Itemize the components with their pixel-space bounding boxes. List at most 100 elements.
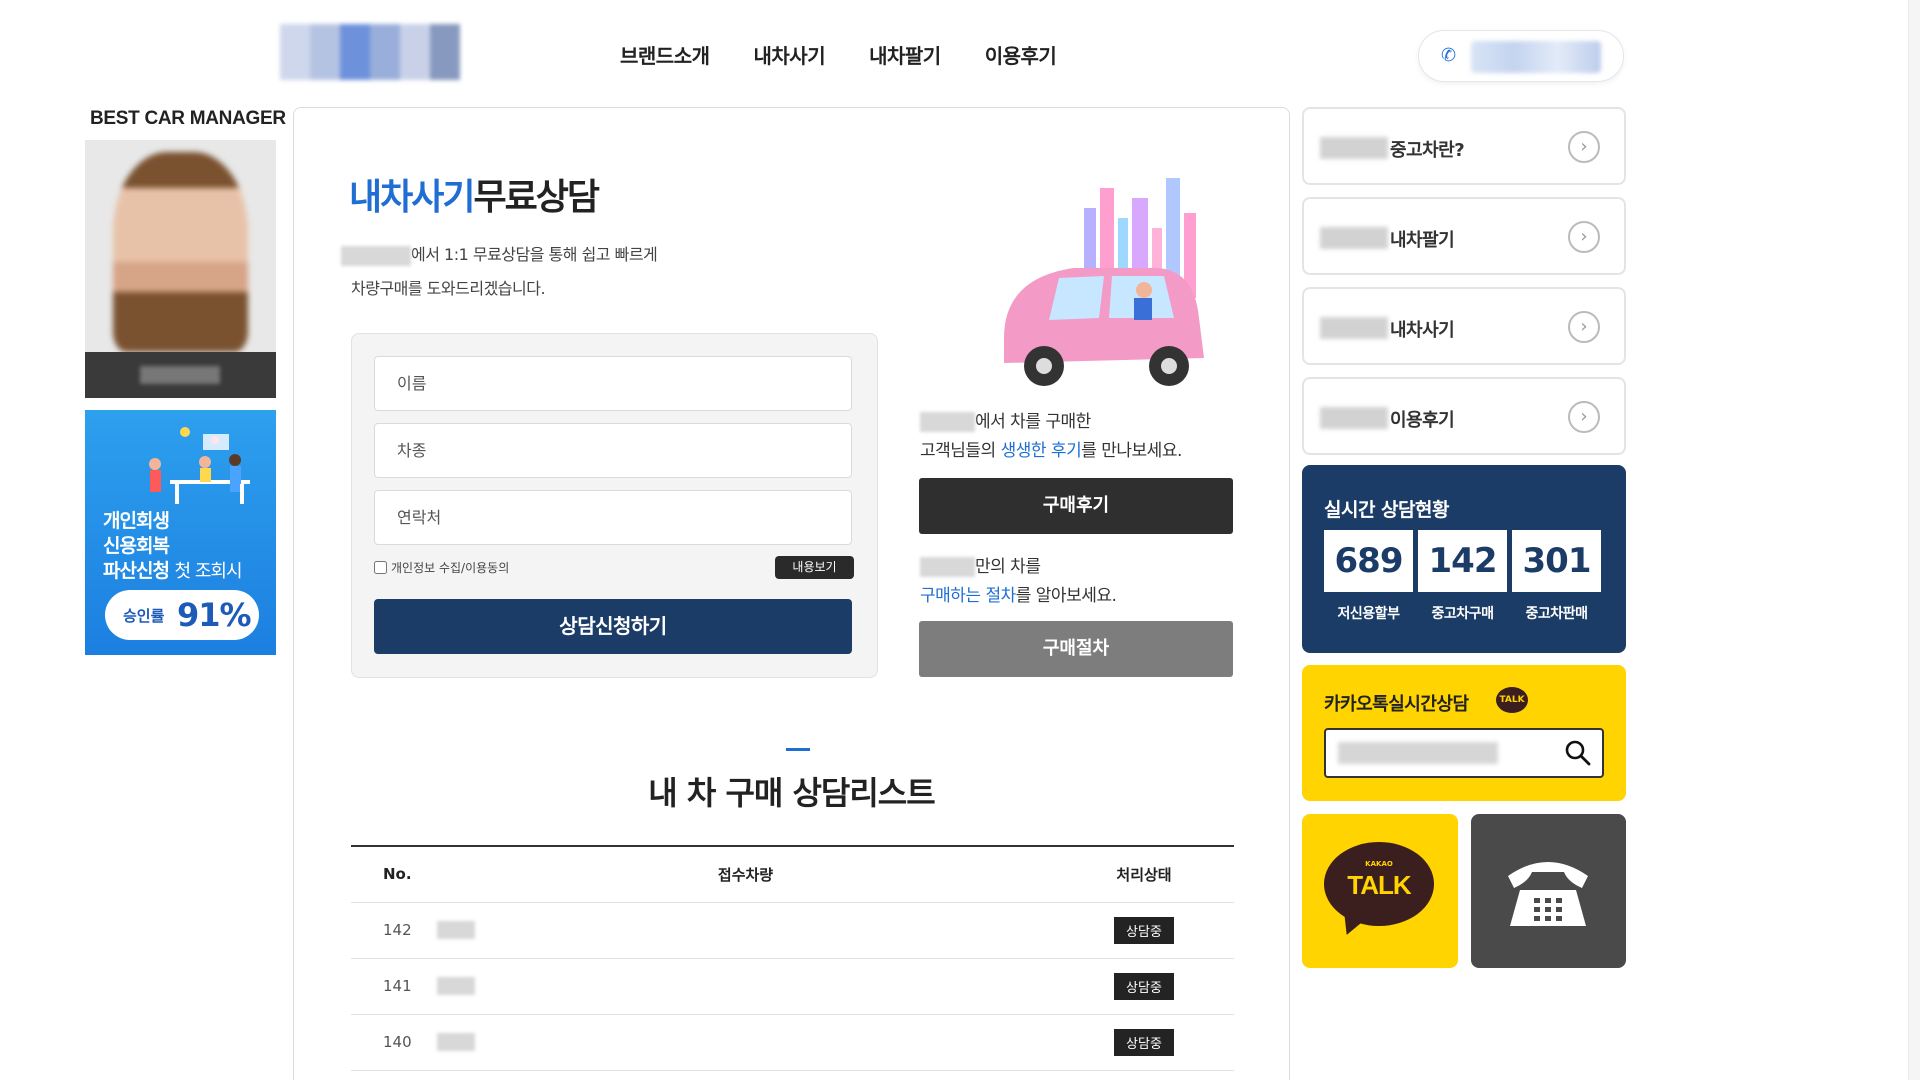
kakao-small-label: KAKAO xyxy=(1365,860,1393,868)
loan-ad-banner[interactable]: 개인회생 신용회복 파산신청 첫 조회시 승인률 91% xyxy=(85,410,276,655)
privacy-consent-checkbox[interactable] xyxy=(374,561,387,574)
phone-icon: ✆ xyxy=(1441,45,1457,66)
process-line2-b: 를 알아보세요. xyxy=(1015,586,1117,606)
site-logo[interactable] xyxy=(280,24,460,80)
chevron-right-icon: › xyxy=(1568,221,1600,253)
brand-name-blurred xyxy=(1320,407,1388,429)
search-icon[interactable] xyxy=(1564,739,1592,767)
row-status-cell: 상담중 xyxy=(1054,958,1234,1015)
vehicle-name-blurred xyxy=(437,1033,475,1052)
nav-sell[interactable]: 내차팔기 xyxy=(869,40,941,69)
row-status-cell: 상담중 xyxy=(1054,902,1234,959)
label-used-car-sell: 중고차판매 xyxy=(1525,606,1588,622)
quick-link-sell[interactable]: 내차팔기 › xyxy=(1302,197,1626,275)
count-low-credit-installment: 689 xyxy=(1324,530,1413,592)
main-content: 내차사기무료상담 에서 1:1 무료상담을 통해 쉽고 빠르게 차량구매를 도와… xyxy=(293,107,1290,1080)
col-status: 처리상태 xyxy=(1054,846,1234,903)
ad-line-3b: 첫 조회시 xyxy=(174,561,243,582)
review-line2-a: 고객님들의 xyxy=(920,441,1001,461)
brand-name-blurred xyxy=(920,412,975,432)
consult-title: 내차사기무료상담 xyxy=(349,168,600,220)
row-no: 140 xyxy=(351,1014,437,1071)
manager-face-blurred xyxy=(113,152,248,352)
quick-link-buy[interactable]: 내차사기 › xyxy=(1302,287,1626,365)
privacy-consent-label: 개인정보 수집/이용동의 xyxy=(391,561,510,575)
row-vehicle xyxy=(437,902,1054,959)
process-intro: 만의 차를 구매하는 절차를 알아보세요. xyxy=(920,553,1117,611)
manager-name-bar xyxy=(85,352,276,398)
row-no: 141 xyxy=(351,958,437,1015)
consult-title-rest: 무료상담 xyxy=(473,177,599,218)
contact-input[interactable] xyxy=(374,490,852,545)
main-nav: 브랜드소개 내차사기 내차팔기 이용후기 xyxy=(620,40,1100,69)
page: 브랜드소개 내차사기 내차팔기 이용후기 ✆ BEST CAR MANAGER … xyxy=(0,0,1920,1080)
brand-name-blurred xyxy=(920,557,975,577)
vehicle-name-blurred xyxy=(437,977,475,996)
nav-reviews[interactable]: 이용후기 xyxy=(985,40,1057,69)
quick-link-what-is-used-car[interactable]: 중고차란? › xyxy=(1302,107,1626,185)
privacy-consent[interactable]: 개인정보 수집/이용동의 xyxy=(374,559,509,576)
row-no: 142 xyxy=(351,902,437,959)
consult-form: 개인정보 수집/이용동의 내용보기 상담신청하기 xyxy=(351,333,878,678)
submit-consult-button[interactable]: 상담신청하기 xyxy=(374,599,852,654)
quick-link-label: 이용후기 xyxy=(1390,410,1455,431)
status-badge: 상담중 xyxy=(1114,972,1174,1000)
kakao-id-blurred xyxy=(1338,742,1498,764)
table-row[interactable]: 141 상담중 xyxy=(351,958,1234,1015)
kakao-title: 카카오톡실시간상담 xyxy=(1324,694,1469,715)
kakao-talk-tile[interactable]: KAKAO TALK xyxy=(1302,814,1458,968)
view-terms-button[interactable]: 내용보기 xyxy=(775,556,854,579)
brand-name-blurred xyxy=(1320,317,1388,339)
col-no: No. xyxy=(351,846,437,903)
manager-photo[interactable] xyxy=(85,140,276,398)
ad-line-3: 파산신청 첫 조회시 xyxy=(103,556,243,583)
review-line2-b: 생생한 후기 xyxy=(1000,441,1082,461)
consult-title-highlight: 내차사기 xyxy=(349,177,475,218)
count-used-car-buy: 142 xyxy=(1418,530,1507,592)
row-vehicle xyxy=(437,958,1054,1015)
ad-line-1: 개인회생 xyxy=(103,510,170,532)
status-badge: 상담중 xyxy=(1114,916,1174,944)
table-row[interactable]: 142 상담중 xyxy=(351,902,1234,959)
brand-name-blurred xyxy=(1320,137,1388,159)
phone-call-tile[interactable] xyxy=(1471,814,1626,968)
phone-number-pill[interactable]: ✆ xyxy=(1418,30,1624,82)
consult-desc-line1: 에서 1:1 무료상담을 통해 쉽고 빠르게 xyxy=(411,245,658,264)
chevron-right-icon: › xyxy=(1568,311,1600,343)
consult-list-table: No. 접수차량 처리상태 142 상담중 141 상담중 140 상담중 xyxy=(351,845,1234,1071)
process-line1: 만의 차를 xyxy=(975,557,1041,577)
office-people-illustration xyxy=(149,427,250,504)
brand-name-blurred xyxy=(1320,227,1388,249)
name-input[interactable] xyxy=(374,356,852,411)
live-status-title: 실시간 상담현황 xyxy=(1324,499,1449,521)
purchase-process-button[interactable]: 구매절차 xyxy=(919,621,1233,677)
car-model-input[interactable] xyxy=(374,423,852,478)
review-intro: 에서 차를 구매한 고객님들의 생생한 후기를 만나보세요. xyxy=(920,408,1182,466)
nav-buy[interactable]: 내차사기 xyxy=(754,40,826,69)
phone-number-blurred xyxy=(1471,41,1601,73)
nav-brand[interactable]: 브랜드소개 xyxy=(620,40,710,69)
kakao-live-consult: 카카오톡실시간상담 TALK xyxy=(1302,665,1626,801)
manager-name-blurred xyxy=(140,366,220,384)
chevron-right-icon: › xyxy=(1568,131,1600,163)
page-scrollbar[interactable] xyxy=(1908,0,1920,1080)
quick-link-label: 중고차란? xyxy=(1390,140,1465,161)
chevron-right-icon: › xyxy=(1568,401,1600,433)
talk-label: TALK xyxy=(1347,870,1411,900)
label-low-credit-installment: 저신용할부 xyxy=(1337,606,1400,622)
row-vehicle xyxy=(437,1014,1054,1071)
table-header-row: No. 접수차량 처리상태 xyxy=(351,846,1234,903)
status-badge: 상담중 xyxy=(1114,1028,1174,1056)
live-consult-status: 실시간 상담현황 689 142 301 저신용할부 중고차구매 중고차판매 xyxy=(1302,465,1626,653)
purchase-reviews-button[interactable]: 구매후기 xyxy=(919,478,1233,534)
ad-line-3a: 파산신청 xyxy=(103,560,170,582)
review-line1: 에서 차를 구매한 xyxy=(975,412,1091,432)
kakao-talk-bubble-icon: KAKAO TALK xyxy=(1324,842,1434,926)
brand-name-blurred xyxy=(341,245,411,266)
col-vehicle: 접수차량 xyxy=(437,846,1054,903)
table-row[interactable]: 140 상담중 xyxy=(351,1014,1234,1071)
quick-link-reviews[interactable]: 이용후기 › xyxy=(1302,377,1626,455)
ad-line-2: 신용회복 xyxy=(103,535,170,557)
count-used-car-sell: 301 xyxy=(1512,530,1601,592)
kakao-id-search[interactable] xyxy=(1324,728,1604,778)
